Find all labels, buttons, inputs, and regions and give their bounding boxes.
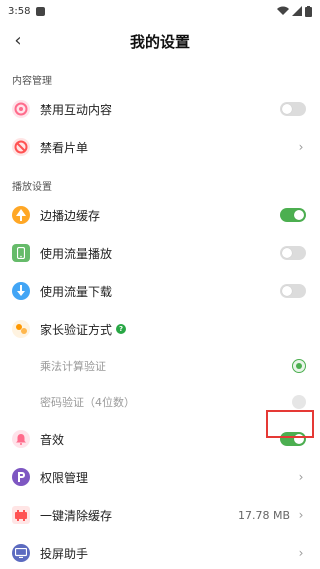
notification-icon (36, 6, 46, 16)
setting-label: 一键清除缓存 (40, 508, 113, 523)
download-icon (12, 282, 30, 300)
chevron-right-icon: › (298, 140, 304, 154)
setting-label: 边播边缓存 (40, 208, 101, 223)
setting-label: 音效 (40, 432, 65, 447)
setting-clear-cache[interactable]: 一键清除缓存 17.78 MB › (0, 496, 320, 534)
option-label: 密码验证（4位数） (40, 396, 135, 409)
cache-clear-icon (12, 506, 30, 524)
chevron-right-icon: › (298, 470, 304, 484)
cache-icon (12, 206, 30, 224)
setting-label: 禁用互动内容 (40, 102, 113, 117)
tv-icon (12, 544, 30, 562)
setting-mobile-data-download: 使用流量下载 (0, 272, 320, 310)
setting-label-wrap: 家长验证方式 ? (40, 321, 306, 338)
back-button[interactable]: ‹ (8, 28, 28, 52)
mobile-data-play-toggle[interactable] (280, 246, 306, 260)
highlight-box (266, 410, 314, 438)
radio-multiply[interactable] (292, 359, 306, 373)
chevron-left-icon: ‹ (14, 29, 22, 51)
wifi-icon (277, 6, 289, 15)
section-title-playback: 播放设置 (12, 182, 52, 193)
setting-label: 家长验证方式 (40, 322, 113, 337)
verify-option-multiply[interactable]: 乘法计算验证 (0, 348, 320, 384)
p-icon (12, 468, 30, 486)
setting-mobile-data-play: 使用流量播放 (0, 234, 320, 272)
radio-password[interactable] (292, 395, 306, 409)
setting-cast-helper[interactable]: 投屏助手 › (0, 534, 320, 569)
option-label: 乘法计算验证 (40, 360, 106, 373)
setting-permissions[interactable]: 权限管理 › (0, 458, 320, 496)
setting-disable-interactive: 禁用互动内容 (0, 90, 320, 128)
setting-label: 使用流量下载 (40, 284, 113, 299)
page-title: 我的设置 (129, 32, 190, 51)
bell-icon (12, 430, 30, 448)
setting-label: 使用流量播放 (40, 246, 113, 261)
mobile-data-download-toggle[interactable] (280, 284, 306, 298)
disable-interactive-toggle[interactable] (280, 102, 306, 116)
setting-label: 禁看片单 (40, 140, 89, 155)
chevron-right-icon: › (298, 508, 304, 522)
question-icon[interactable]: ? (116, 324, 127, 334)
signal-icon (292, 6, 302, 16)
setting-play-while-cache: 边播边缓存 (0, 196, 320, 234)
phone-icon (12, 244, 30, 262)
status-bar: 3:58 (0, 0, 320, 22)
interactive-ban-icon (12, 100, 30, 118)
section-title-content: 内容管理 (12, 76, 52, 87)
play-while-cache-toggle[interactable] (280, 208, 306, 222)
cache-size-value: 17.78 MB (237, 508, 290, 522)
setting-label: 权限管理 (40, 470, 89, 485)
ban-list-icon (12, 138, 30, 156)
header: ‹ 我的设置 (0, 22, 320, 60)
chevron-right-icon: › (298, 546, 304, 560)
setting-label: 投屏助手 (40, 546, 89, 561)
setting-blocked-list[interactable]: 禁看片单 › (0, 128, 320, 166)
setting-parental-verify: 家长验证方式 ? (0, 310, 320, 348)
status-time: 3:58 (8, 5, 31, 17)
parent-verify-icon (12, 320, 30, 338)
battery-icon (305, 5, 312, 17)
